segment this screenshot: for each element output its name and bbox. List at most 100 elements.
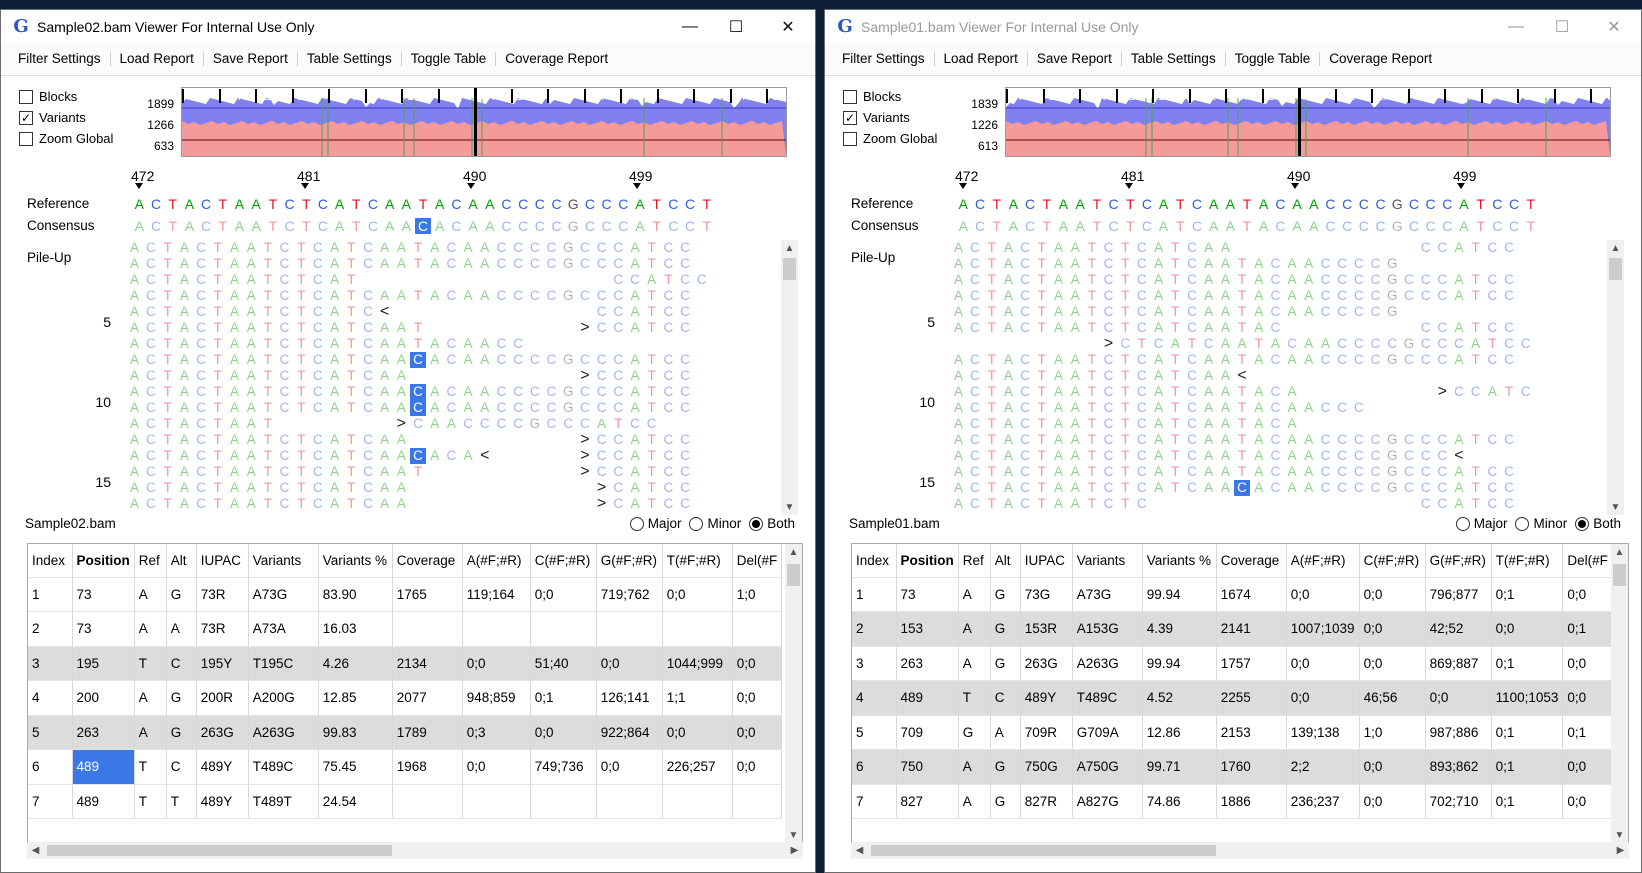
table-cell[interactable]: 24.54 [318,784,393,819]
checkbox-row[interactable]: Zoom Global [843,128,937,149]
table-cell[interactable]: 226;257 [662,749,733,785]
table-cell[interactable]: 0;0 [1286,680,1360,716]
table-cell[interactable]: 200R [196,680,249,716]
view-position-marker[interactable] [1298,88,1301,156]
table-cell[interactable]: 5 [852,715,897,750]
table-cell[interactable]: G [166,680,197,716]
table-cell[interactable]: 0;0 [1286,577,1360,612]
table-cell[interactable]: 0;0 [662,715,733,750]
checkbox[interactable] [19,131,33,146]
maximize-icon[interactable]: ☐ [1539,10,1585,43]
table-hscrollbar[interactable]: ◀ ▶ [851,842,1629,859]
table-row[interactable]: 3 195 T C 195Y T195C 4.26 2134 0;0 51;40 0;0 1044;9… [28,646,783,681]
checkbox-row[interactable]: ✓ Variants [843,107,937,128]
table-cell[interactable]: G [990,749,1021,785]
table-cell[interactable]: A [958,784,991,819]
table-cell[interactable]: 0;0 [1562,680,1613,716]
table-cell[interactable]: 4.52 [1142,680,1217,716]
table-cell[interactable]: 73R [196,577,249,612]
table-cell[interactable]: T [134,749,167,785]
table-cell[interactable]: T195C [248,646,319,681]
minimize-icon[interactable]: — [1493,10,1539,43]
table-cell[interactable]: 948;859 [462,680,531,716]
table-cell[interactable]: 0;0 [1562,646,1613,681]
table-cell[interactable]: 750 [896,749,959,785]
table-cell[interactable]: 7 [28,784,73,819]
table-scrollbar[interactable]: ▲ ▼ [1611,544,1628,842]
scroll-up-icon[interactable]: ▲ [781,240,798,256]
column-header[interactable]: A(#F;#R) [462,544,531,578]
scrollbar-thumb[interactable] [783,258,796,280]
table-cell[interactable]: 1 [852,577,897,612]
pileup-view[interactable]: ACTACTAATCTCATCAATACAACCCCGCCCATCCACTACT… [126,240,781,515]
table-cell[interactable]: C [166,646,197,681]
table-cell[interactable]: 99.83 [318,715,393,750]
table-cell[interactable]: 2141 [1216,611,1287,647]
title-bar[interactable]: G Sample02.bam Viewer For Internal Use On… [1,10,815,43]
table-cell[interactable]: 0;0 [1562,749,1613,785]
radio-button[interactable] [1575,516,1590,531]
column-header[interactable]: IUPAC [196,544,249,578]
table-cell[interactable]: 827 [896,784,959,819]
table-cell[interactable]: 195Y [196,646,249,681]
column-header[interactable]: Coverage [392,544,463,578]
menu-item[interactable]: Toggle Table [1226,52,1321,66]
column-header[interactable]: C(#F;#R) [530,544,597,578]
checkbox[interactable] [843,89,857,104]
menu-item[interactable]: Filter Settings [833,52,935,66]
column-header[interactable]: Index [28,544,73,578]
close-icon[interactable]: ✕ [765,10,811,43]
table-cell[interactable]: 0;0 [732,715,783,750]
table-cell[interactable]: 0;0 [1359,611,1426,647]
radio-option[interactable]: Major [1455,516,1507,531]
table-cell[interactable]: 0;1 [1491,784,1564,819]
scroll-left-icon[interactable]: ◀ [27,842,44,859]
table-cell[interactable]: G [990,611,1021,647]
checkbox[interactable] [843,131,857,146]
scroll-right-icon[interactable]: ▶ [786,842,803,859]
table-cell[interactable]: 12.86 [1142,715,1217,750]
menu-item[interactable]: Coverage Report [1320,52,1441,66]
table-cell[interactable]: 263G [196,715,249,750]
scroll-left-icon[interactable]: ◀ [851,842,868,859]
table-cell[interactable] [732,784,783,819]
table-cell[interactable] [662,784,733,819]
table-cell[interactable]: 0;0 [1562,784,1613,819]
table-cell[interactable]: 0;0 [732,646,783,681]
table-cell[interactable]: 0;0 [596,749,663,785]
menu-item[interactable]: Save Report [204,52,298,66]
checkbox[interactable]: ✓ [19,110,33,125]
table-cell[interactable]: A263G [248,715,319,750]
radio-button[interactable] [1515,516,1530,531]
table-cell[interactable]: A [958,577,991,612]
table-row[interactable]: 2 73 A A 73R A73A 16.03 [28,611,783,647]
table-cell[interactable]: 126;141 [596,680,663,716]
table-cell[interactable]: 4.39 [1142,611,1217,647]
column-header[interactable]: Index [852,544,897,578]
table-cell[interactable]: 99.94 [1142,646,1217,681]
column-header[interactable]: Del(#F [1562,544,1613,578]
scroll-up-icon[interactable]: ▲ [785,544,802,560]
table-cell[interactable]: A73G [248,577,319,612]
table-cell[interactable]: 1674 [1216,577,1287,612]
menu-item[interactable]: Table Settings [298,52,402,66]
scroll-down-icon[interactable]: ▼ [781,499,798,515]
table-cell[interactable]: A827G [1072,784,1143,819]
menu-item[interactable]: Save Report [1028,52,1122,66]
table-cell[interactable]: 74.86 [1142,784,1217,819]
table-cell[interactable]: 489Y [196,749,249,785]
table-cell[interactable]: A [134,680,167,716]
table-cell[interactable]: A [166,611,197,647]
table-cell[interactable]: T [134,646,167,681]
table-cell[interactable]: 893;862 [1425,749,1492,785]
table-cell[interactable]: 4 [852,680,897,716]
table-cell[interactable]: A153G [1072,611,1143,647]
table-cell[interactable]: 4.26 [318,646,393,681]
pileup-view[interactable]: ACTACTAATCTCATCAA CCATCCACTACTAATCTCATCA… [950,240,1605,515]
pileup-scrollbar[interactable]: ▲ ▼ [781,240,798,515]
scroll-down-icon[interactable]: ▼ [785,827,802,842]
table-cell[interactable]: 0;1 [1562,611,1613,647]
radio-button[interactable] [629,516,644,531]
table-cell[interactable]: 2 [852,611,897,647]
column-header[interactable]: Variants % [1142,544,1217,578]
